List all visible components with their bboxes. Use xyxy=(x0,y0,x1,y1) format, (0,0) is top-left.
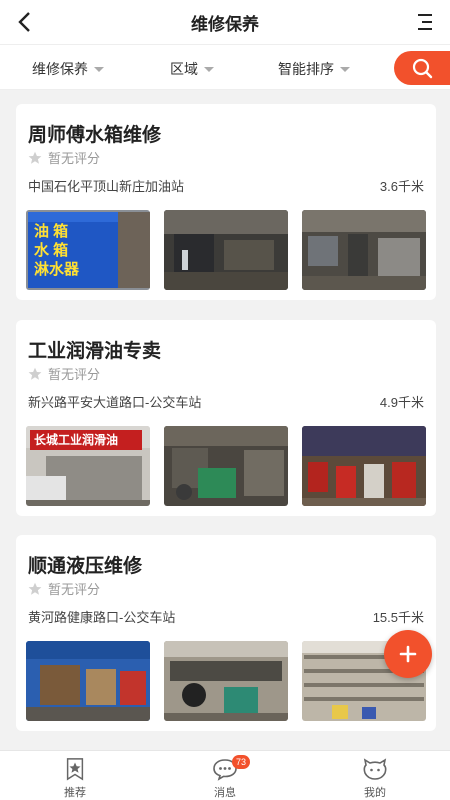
shop-photos: 长城工业润滑油 xyxy=(26,426,426,506)
shop-card[interactable]: 工业润滑油专卖 暂无评分 新兴路平安大道路口-公交车站 4.9千米 长城工业润滑… xyxy=(16,320,436,516)
caret-down-icon xyxy=(340,66,350,72)
shop-name: 周师傅水箱维修 xyxy=(28,125,162,146)
back-arrow-icon[interactable] xyxy=(14,10,38,34)
sign-text: 水 箱 xyxy=(34,242,69,259)
shop-rating: 暂无评分 xyxy=(28,148,100,167)
star-icon xyxy=(28,151,42,164)
tab-profile[interactable]: 我的 xyxy=(335,757,415,800)
caret-down-icon xyxy=(204,66,214,72)
shop-name: 工业润滑油专卖 xyxy=(28,341,162,362)
shop-photo[interactable] xyxy=(164,210,288,290)
plus-icon xyxy=(399,645,417,663)
add-button[interactable] xyxy=(384,630,432,678)
shop-card[interactable]: 顺通液压维修 暂无评分 黄河路健康路口-公交车站 15.5千米 xyxy=(16,535,436,731)
shop-photos xyxy=(26,641,426,721)
shop-list: 周师傅水箱维修 暂无评分 中国石化平顶山新庄加油站 3.6千米 油 箱 水 箱 … xyxy=(0,90,450,750)
star-icon xyxy=(28,582,42,595)
page-title: 维修保养 xyxy=(191,14,259,34)
tab-messages[interactable]: 消息 73 xyxy=(185,755,265,800)
message-badge: 73 xyxy=(232,755,250,769)
face-icon xyxy=(363,758,387,780)
shop-distance: 3.6千米 xyxy=(379,179,424,194)
filter-label: 智能排序 xyxy=(278,61,334,77)
shop-address: 黄河路健康路口-公交车站 xyxy=(28,610,176,625)
shop-address: 中国石化平顶山新庄加油站 xyxy=(28,179,185,194)
shop-photo[interactable] xyxy=(302,426,426,506)
shop-rating: 暂无评分 xyxy=(28,364,100,383)
top-bar: 维修保养 xyxy=(0,0,450,44)
filter-label: 维修保养 xyxy=(32,61,88,77)
tab-recommend[interactable]: 推荐 xyxy=(35,757,115,800)
shop-address: 新兴路平安大道路口-公交车站 xyxy=(28,395,202,410)
filter-sort-dropdown[interactable]: 智能排序 xyxy=(278,59,350,79)
shop-card[interactable]: 周师傅水箱维修 暂无评分 中国石化平顶山新庄加油站 3.6千米 油 箱 水 箱 … xyxy=(16,104,436,300)
filter-label: 区域 xyxy=(170,61,198,77)
menu-icon[interactable] xyxy=(414,11,436,33)
shop-distance: 15.5千米 xyxy=(372,610,424,625)
sign-text: 长城工业润滑油 xyxy=(34,433,119,447)
rating-text: 暂无评分 xyxy=(48,367,101,382)
shop-name: 顺通液压维修 xyxy=(28,556,143,577)
sign-text: 淋水器 xyxy=(34,261,80,278)
tab-label: 推荐 xyxy=(64,787,86,799)
rating-text: 暂无评分 xyxy=(48,151,101,166)
search-icon xyxy=(412,58,433,79)
tab-label: 我的 xyxy=(364,787,386,799)
shop-photo[interactable] xyxy=(164,426,288,506)
sign-text: 油 箱 xyxy=(34,223,69,240)
star-icon xyxy=(66,758,84,781)
shop-photo[interactable] xyxy=(164,641,288,721)
shop-photo[interactable] xyxy=(26,641,150,721)
shop-rating: 暂无评分 xyxy=(28,579,100,598)
filter-bar: 维修保养 区域 智能排序 xyxy=(0,44,450,90)
shop-photo[interactable] xyxy=(302,210,426,290)
tab-label: 消息 xyxy=(214,787,236,799)
caret-down-icon xyxy=(94,66,104,72)
star-icon xyxy=(28,367,42,380)
filter-category-dropdown[interactable]: 维修保养 xyxy=(32,59,104,79)
shop-distance: 4.9千米 xyxy=(379,395,424,410)
search-button[interactable] xyxy=(394,51,450,85)
filter-area-dropdown[interactable]: 区域 xyxy=(170,59,214,79)
shop-photos: 油 箱 水 箱 淋水器 xyxy=(26,210,426,290)
shop-photo[interactable]: 长城工业润滑油 xyxy=(26,426,150,506)
shop-photo[interactable]: 油 箱 水 箱 淋水器 xyxy=(26,210,150,290)
bottom-tab-bar: 推荐 消息 73 我的 xyxy=(0,750,450,800)
rating-text: 暂无评分 xyxy=(48,582,101,597)
